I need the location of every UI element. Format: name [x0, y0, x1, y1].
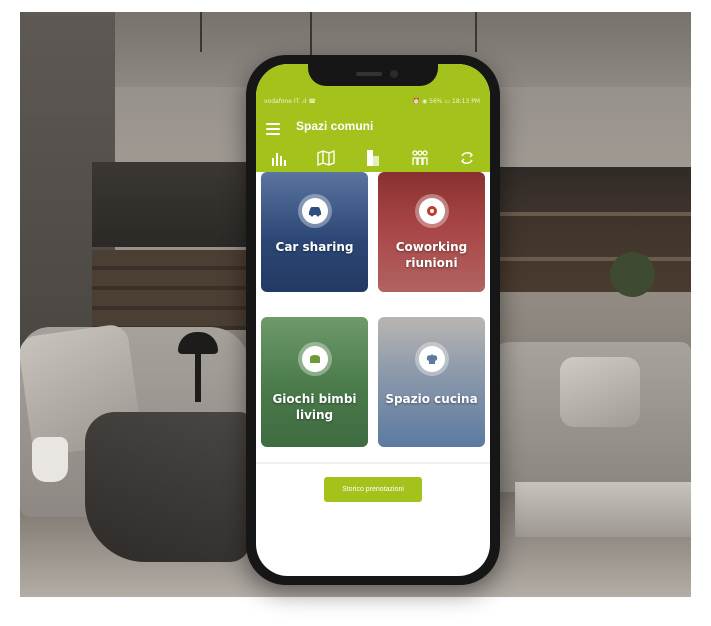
tab-people[interactable] [405, 146, 435, 170]
services-grid: Car sharing Coworking riunioni Giochi bi… [256, 172, 490, 462]
tab-statistics[interactable] [264, 146, 294, 170]
people-icon [412, 150, 428, 165]
recycle-icon [460, 152, 473, 164]
tile-icon-wrap [414, 342, 449, 376]
tile-icon-wrap [297, 194, 332, 228]
building-icon [366, 150, 379, 166]
map-icon [317, 149, 335, 167]
tab-map[interactable] [311, 146, 341, 170]
tile-label: Car sharing [275, 240, 354, 254]
booking-history-button[interactable]: Storico prenotazioni [324, 477, 422, 502]
app-screen: vodafone IT .ıl ☎ ⏰ ◉ 56% ▭ 18:13 PM Spa… [256, 64, 490, 576]
tile-icon-wrap [414, 194, 449, 228]
tile-car-sharing[interactable]: Car sharing [261, 172, 368, 292]
tab-building[interactable] [358, 146, 388, 170]
gear-icon [426, 206, 437, 216]
bar-chart-icon [272, 153, 287, 166]
smartphone-mockup: vodafone IT .ıl ☎ ⏰ ◉ 56% ▭ 18:13 PM Spa… [246, 55, 500, 585]
tile-coworking[interactable]: Coworking riunioni [378, 172, 485, 292]
tile-kids-games[interactable]: Giochi bimbi living [261, 317, 368, 447]
category-tabs [256, 144, 490, 172]
tile-icon-wrap [297, 342, 332, 376]
carrier-status: vodafone IT .ıl ☎ [264, 98, 316, 105]
tile-label: Giochi bimbi living [272, 392, 357, 422]
armchair-icon [309, 355, 320, 363]
tile-label: Coworking riunioni [395, 240, 468, 270]
phone-notch [308, 64, 438, 86]
hamburger-menu-icon[interactable] [266, 123, 280, 135]
tile-kitchen[interactable]: Spazio cucina [378, 317, 485, 447]
car-icon [308, 207, 321, 217]
tab-recycle[interactable] [452, 146, 482, 170]
tile-label: Spazio cucina [385, 392, 478, 406]
battery-time-status: ⏰ ◉ 56% ▭ 18:13 PM [412, 98, 480, 105]
chef-hat-icon [426, 354, 437, 364]
status-bar: vodafone IT .ıl ☎ ⏰ ◉ 56% ▭ 18:13 PM [256, 95, 490, 109]
page-title: Spazi comuni [296, 119, 374, 133]
promo-image: vodafone IT .ıl ☎ ⏰ ◉ 56% ▭ 18:13 PM Spa… [0, 0, 711, 626]
divider [256, 462, 490, 464]
